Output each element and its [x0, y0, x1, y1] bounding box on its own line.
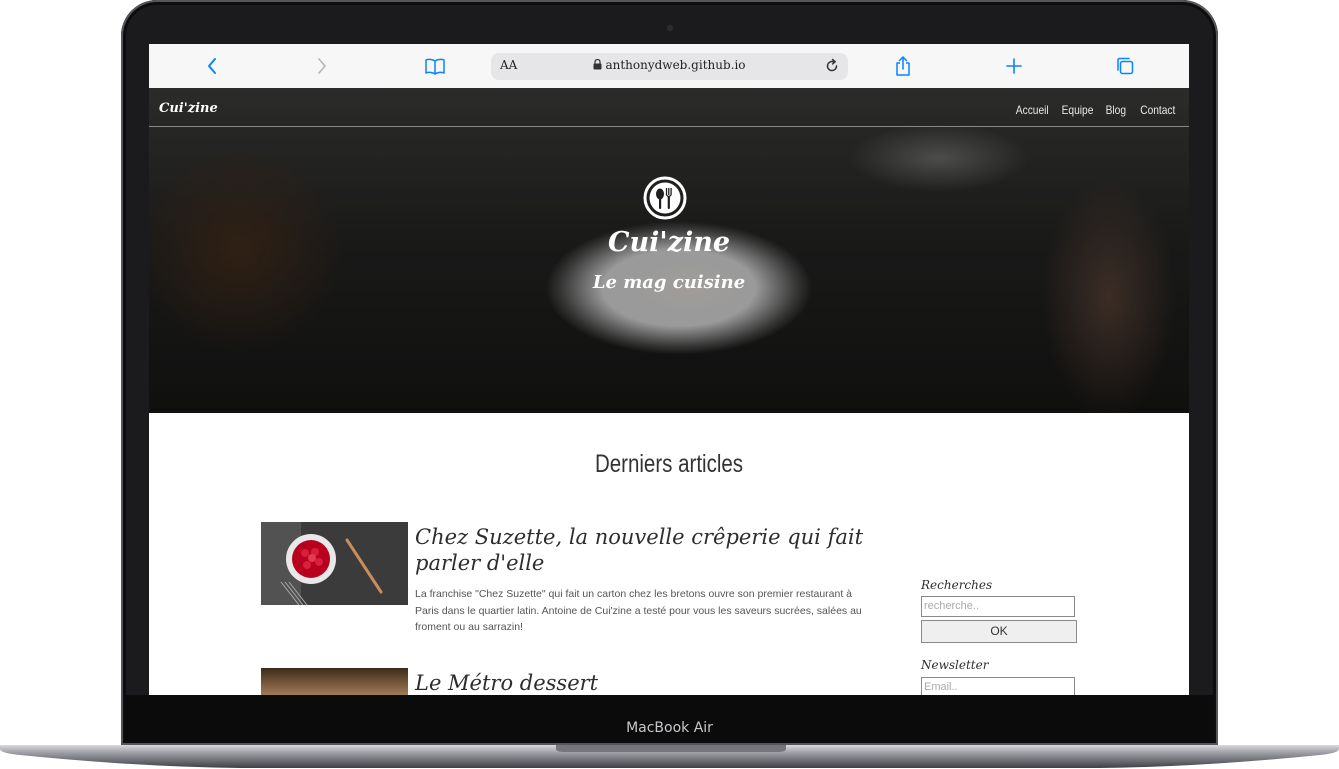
- nav-item-equipe[interactable]: Equipe: [1062, 103, 1094, 117]
- address-bar[interactable]: AA anthonydweb.github.io: [491, 53, 848, 80]
- lock-icon: [593, 58, 602, 70]
- article-title-continued[interactable]: parler d'elle: [415, 550, 544, 576]
- url-text: anthonydweb.github.io: [491, 58, 848, 72]
- share-icon[interactable]: [891, 54, 915, 78]
- article-title[interactable]: Chez Suzette, la nouvelle crêperie qui f…: [415, 524, 863, 550]
- newsletter-label: Newsletter: [921, 658, 989, 672]
- camera-icon: [667, 25, 673, 31]
- article-excerpt: La franchise "Chez Suzette" qui fait un …: [415, 588, 862, 633]
- browser-toolbar: AA anthonydweb.github.io: [149, 44, 1189, 89]
- hero-banner: Cui'zine Accueil Equipe Blog Contact Cui…: [149, 88, 1189, 413]
- spoon-fork-icon: [643, 176, 687, 220]
- search-button[interactable]: OK: [921, 620, 1077, 643]
- section-title: Derniers articles: [594, 450, 744, 478]
- reload-icon[interactable]: [824, 57, 840, 79]
- nav-divider: [149, 126, 1189, 127]
- browser-screen: AA anthonydweb.github.io Cui'zine Accuei…: [149, 44, 1189, 696]
- back-icon[interactable]: [200, 54, 224, 78]
- laptop-base: [0, 745, 1339, 768]
- forward-icon[interactable]: [310, 54, 334, 78]
- search-input[interactable]: recherche..: [921, 596, 1075, 617]
- hero-title: Cui'zine: [607, 227, 731, 258]
- article-thumbnail[interactable]: [261, 522, 408, 605]
- new-tab-icon[interactable]: [1002, 54, 1026, 78]
- nav-item-blog[interactable]: Blog: [1105, 103, 1125, 117]
- bookmarks-icon[interactable]: [423, 54, 447, 78]
- search-label: Recherches: [921, 578, 993, 592]
- hero-subtitle: Le mag cuisine: [592, 272, 746, 293]
- site-brand[interactable]: Cui'zine: [159, 101, 218, 116]
- url-value: anthonydweb.github.io: [605, 58, 746, 72]
- tabs-icon[interactable]: [1113, 54, 1137, 78]
- email-input[interactable]: Email..: [921, 677, 1075, 696]
- main-nav: Accueil Equipe Blog Contact: [1010, 103, 1175, 117]
- article-title[interactable]: Le Métro dessert: [415, 670, 598, 696]
- nav-item-accueil[interactable]: Accueil: [1015, 103, 1048, 117]
- raspberry-tart-image: [261, 522, 408, 605]
- nav-item-contact[interactable]: Contact: [1140, 103, 1175, 117]
- model-label: MacBook Air: [626, 720, 713, 736]
- article-thumbnail[interactable]: [261, 668, 408, 696]
